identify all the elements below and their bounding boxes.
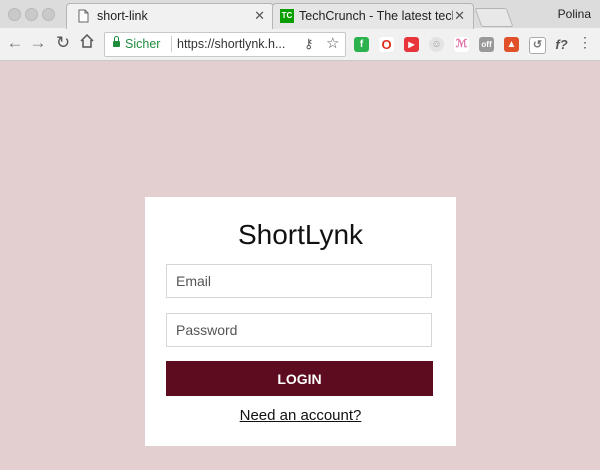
- feedly-icon[interactable]: f: [354, 37, 369, 52]
- password-field[interactable]: [166, 313, 432, 347]
- new-tab-button[interactable]: [474, 8, 514, 27]
- close-tab-icon[interactable]: ✕: [454, 8, 465, 24]
- more-menu-icon[interactable]: ⋮: [578, 34, 592, 51]
- reload-icon[interactable]: ↻: [53, 33, 73, 53]
- minimize-window-button[interactable]: [25, 8, 38, 21]
- address-bar[interactable]: Sicher https://shortlynk.h... ⚷ ☆: [104, 32, 346, 57]
- recycle-icon[interactable]: ↺: [529, 37, 546, 54]
- forward-arrow-icon[interactable]: →: [28, 33, 48, 53]
- tab-techcrunch[interactable]: TC TechCrunch - The latest techn ✕: [272, 3, 474, 29]
- close-tab-icon[interactable]: ✕: [254, 8, 265, 24]
- back-arrow-icon[interactable]: ←: [5, 33, 25, 53]
- email-field[interactable]: [166, 264, 432, 298]
- close-window-button[interactable]: [8, 8, 21, 21]
- tab-title: short-link: [97, 9, 148, 23]
- emoji-icon[interactable]: ☺: [429, 37, 444, 52]
- toolbar: ← → ↻ Sicher https://shortlynk.h... ⚷ ☆ …: [0, 28, 600, 60]
- badge-icon[interactable]: ℳ: [454, 37, 469, 52]
- brand-title: ShortLynk: [237, 219, 364, 250]
- url-text[interactable]: https://shortlynk.h...: [177, 37, 285, 51]
- login-card: ShortLynk LOGIN Need an account?: [145, 197, 456, 446]
- fire-icon[interactable]: ▲: [504, 37, 519, 52]
- opera-icon[interactable]: O: [379, 37, 394, 52]
- off-icon[interactable]: off: [479, 37, 494, 52]
- login-button[interactable]: LOGIN: [166, 361, 433, 396]
- tab-strip: short-link ✕ TC TechCrunch - The latest …: [0, 0, 600, 29]
- security-indicator[interactable]: Sicher: [113, 36, 161, 51]
- techcrunch-favicon-icon: TC: [280, 9, 294, 23]
- profile-name[interactable]: Polina: [558, 7, 591, 21]
- key-icon[interactable]: ⚷: [304, 36, 314, 52]
- signup-link[interactable]: Need an account?: [145, 407, 456, 424]
- document-icon: [78, 9, 89, 23]
- browser-chrome: short-link ✕ TC TechCrunch - The latest …: [0, 0, 600, 61]
- video-icon[interactable]: ▶: [404, 37, 419, 52]
- tab-title: TechCrunch - The latest techn: [299, 9, 453, 23]
- lock-icon: [113, 36, 120, 47]
- divider: [171, 36, 172, 52]
- security-label: Sicher: [125, 37, 161, 51]
- star-icon[interactable]: ☆: [326, 34, 339, 52]
- tab-short-link[interactable]: short-link ✕: [66, 3, 274, 29]
- home-icon[interactable]: [77, 33, 97, 53]
- maximize-window-button[interactable]: [42, 8, 55, 21]
- function-icon[interactable]: f?: [554, 37, 569, 52]
